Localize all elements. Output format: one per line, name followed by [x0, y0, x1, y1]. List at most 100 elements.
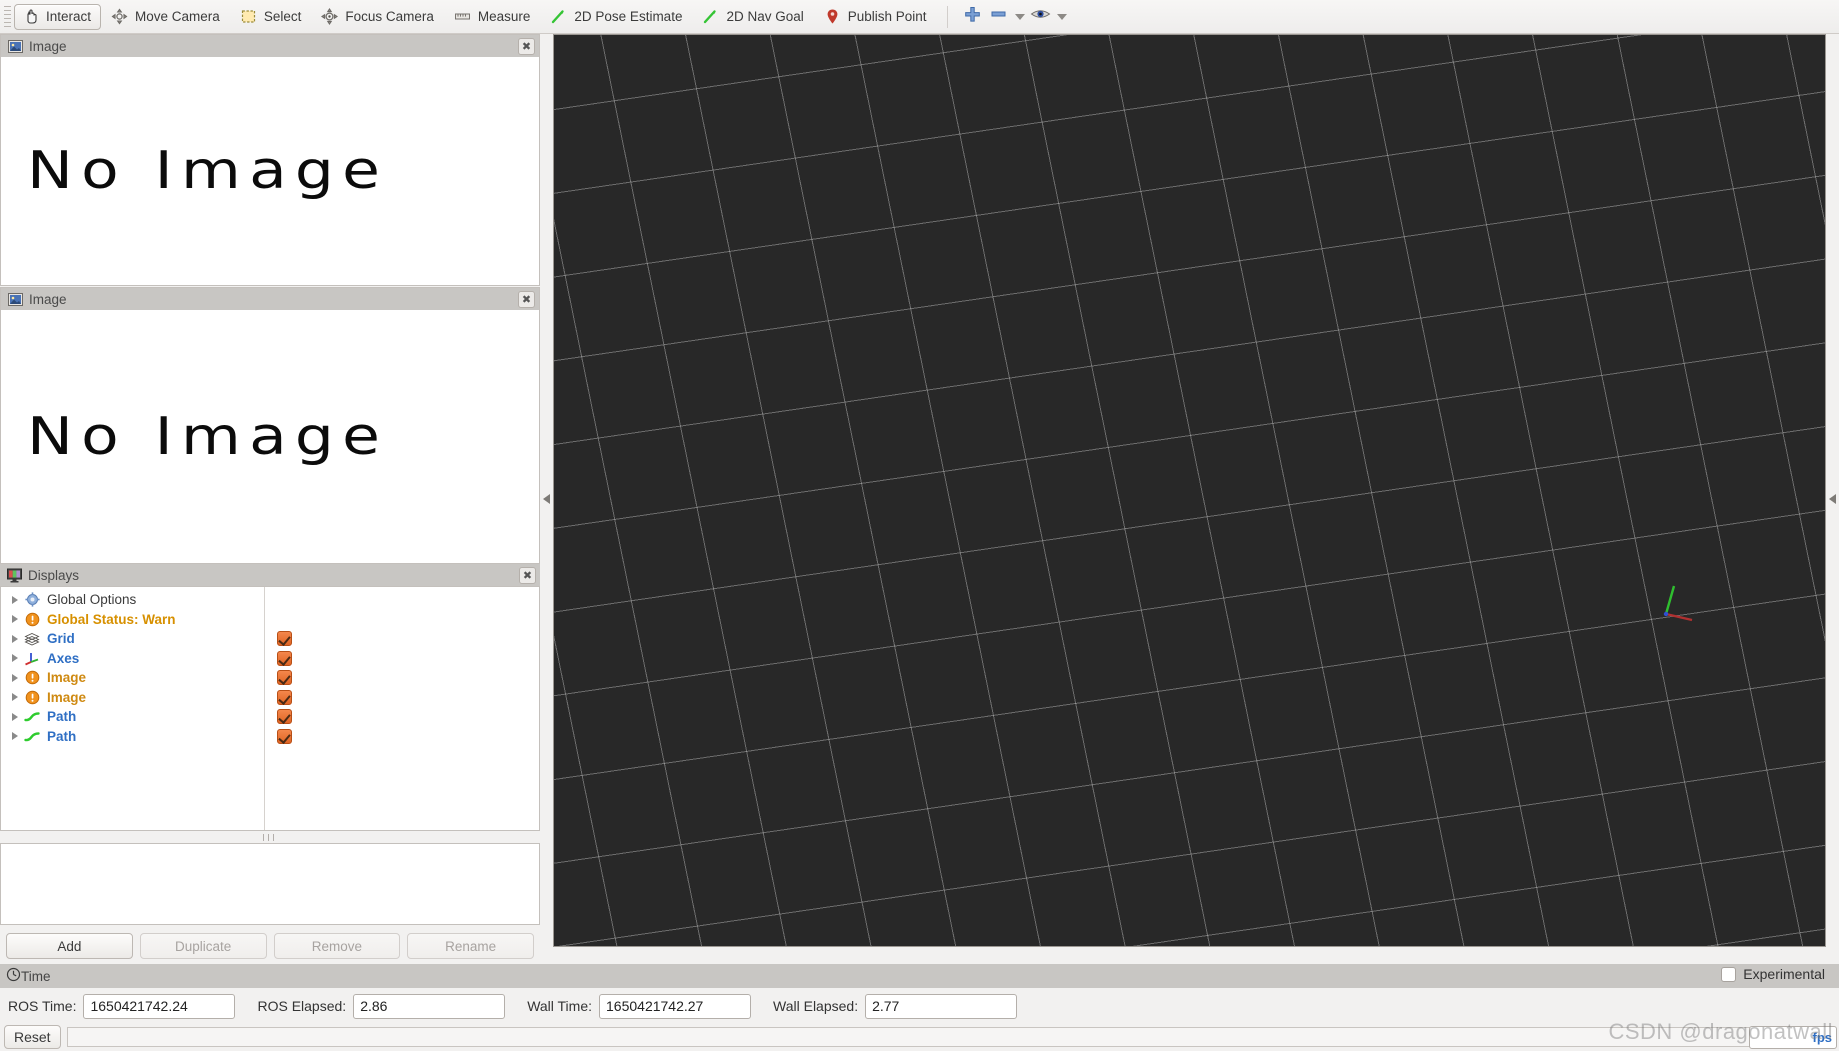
grid-display	[554, 35, 1825, 946]
nav-goal-arrow-icon	[701, 7, 720, 26]
enabled-checkbox-image-1[interactable]	[277, 670, 292, 686]
time-panel-titlebar: Time	[0, 964, 1839, 988]
tool-measure-label: Measure	[477, 9, 531, 24]
close-icon[interactable]: ✖	[518, 37, 535, 55]
image-icon	[7, 291, 23, 307]
main-toolbar: Interact Move Camera Select Focus Camera…	[0, 0, 1839, 34]
remove-button[interactable]: Remove	[273, 933, 401, 959]
displays-tree-value-column	[265, 587, 539, 830]
tree-item-global-status[interactable]: Global Status: Warn	[1, 610, 264, 630]
axes-icon	[23, 650, 41, 667]
tree-item-label: Axes	[47, 650, 80, 666]
right-dock-splitter[interactable]	[1826, 34, 1839, 964]
expand-arrow-icon[interactable]	[7, 615, 23, 624]
remove-display-button[interactable]	[986, 4, 1012, 30]
tool-interact[interactable]: Interact	[14, 3, 102, 30]
chevron-down-icon	[1014, 13, 1025, 20]
tool-select-label: Select	[263, 9, 302, 24]
axes-display	[1644, 580, 1704, 640]
time-panel-bottom-row: Reset	[0, 1024, 1839, 1050]
warning-icon	[23, 669, 41, 686]
tool-2d-pose-estimate-label: 2D Pose Estimate	[574, 9, 683, 24]
toolbar-drag-handle[interactable]	[4, 5, 11, 28]
experimental-checkbox[interactable]	[1721, 966, 1737, 982]
clock-icon	[6, 967, 21, 985]
rename-button[interactable]: Rename	[407, 933, 534, 959]
expand-arrow-icon[interactable]	[7, 634, 23, 643]
path-curve-icon	[23, 728, 41, 745]
image-panel-2-placeholder: No Image	[26, 406, 389, 467]
tool-2d-nav-goal[interactable]: 2D Nav Goal	[694, 4, 813, 30]
rviz-window: Interact Move Camera Select Focus Camera…	[0, 0, 1839, 1051]
tree-item-image-2[interactable]: Image	[1, 688, 264, 708]
reset-button[interactable]: Reset	[4, 1025, 61, 1049]
tool-move-camera[interactable]: Move Camera	[103, 4, 230, 30]
gear-icon	[23, 591, 41, 608]
enabled-checkbox-image-2[interactable]	[277, 689, 292, 705]
enabled-checkbox-grid[interactable]	[277, 631, 292, 647]
displays-titlebar: Displays ✖	[0, 564, 540, 586]
close-icon[interactable]: ✖	[518, 290, 535, 308]
ros-elapsed-input[interactable]: 2.86	[353, 993, 506, 1019]
tree-item-label: Global Options	[47, 592, 137, 607]
wall-elapsed-input[interactable]: 2.77	[865, 993, 1018, 1019]
wall-time-input[interactable]: 1650421742.27	[599, 993, 752, 1019]
image-panel-2-titlebar: Image ✖	[1, 288, 539, 310]
tool-focus-camera[interactable]: Focus Camera	[313, 4, 444, 30]
tree-value-row	[265, 629, 539, 649]
tree-value-row	[265, 590, 539, 610]
left-dock-splitter[interactable]	[540, 34, 553, 964]
3d-viewport[interactable]	[553, 34, 1826, 947]
tree-item-axes[interactable]: Axes	[1, 649, 264, 669]
tree-item-label: Global Status: Warn	[47, 611, 176, 627]
tree-item-global-options[interactable]: Global Options	[1, 590, 264, 610]
plus-icon	[963, 5, 982, 29]
displays-splitter-handle[interactable]	[0, 831, 540, 843]
tree-value-row	[265, 727, 539, 747]
displays-monitor-icon	[6, 567, 22, 583]
expand-arrow-icon[interactable]	[7, 654, 23, 663]
time-slider-track[interactable]	[66, 1027, 1833, 1047]
move-camera-icon	[110, 7, 129, 26]
enabled-checkbox-path-2[interactable]	[277, 728, 292, 744]
collapse-right-arrow-icon[interactable]	[1829, 494, 1836, 504]
close-icon[interactable]: ✖	[519, 566, 536, 584]
add-display-button[interactable]	[960, 4, 986, 30]
expand-arrow-icon[interactable]	[7, 712, 23, 721]
eye-icon	[1030, 7, 1051, 26]
collapse-left-arrow-icon[interactable]	[543, 494, 550, 504]
expand-arrow-icon[interactable]	[7, 595, 23, 604]
tool-measure[interactable]: Measure	[446, 4, 541, 30]
ros-time-input[interactable]: 1650421742.24	[83, 993, 236, 1019]
enabled-checkbox-path-1[interactable]	[277, 709, 292, 725]
visibility-dropdown-button[interactable]	[1054, 4, 1070, 30]
image-panel-1: Image ✖ No Image	[0, 34, 540, 286]
tool-select[interactable]: Select	[232, 4, 312, 30]
tree-value-row	[265, 707, 539, 727]
tree-value-row	[265, 649, 539, 669]
wall-elapsed-label: Wall Elapsed:	[773, 998, 859, 1014]
tree-item-path-2[interactable]: Path	[1, 727, 264, 747]
expand-arrow-icon[interactable]	[7, 732, 23, 741]
displays-button-row: Add Duplicate Remove Rename	[0, 925, 540, 959]
tool-2d-pose-estimate[interactable]: 2D Pose Estimate	[542, 4, 692, 30]
tree-item-path-1[interactable]: Path	[1, 707, 264, 727]
tree-item-grid[interactable]: Grid	[1, 629, 264, 649]
tree-item-image-1[interactable]: Image	[1, 668, 264, 688]
experimental-checkbox-row[interactable]: Experimental	[1721, 966, 1825, 982]
remove-dropdown-button[interactable]	[1012, 4, 1028, 30]
expand-arrow-icon[interactable]	[7, 693, 23, 702]
left-dock: Image ✖ No Image Image ✖ No Image Displa…	[0, 34, 540, 964]
duplicate-button[interactable]: Duplicate	[139, 933, 267, 959]
hand-cursor-icon	[21, 7, 40, 26]
displays-tree: Global Options Global Status: Warn Grid …	[0, 586, 540, 831]
map-pin-icon	[823, 7, 842, 26]
tool-interact-label: Interact	[46, 9, 92, 24]
tool-publish-point[interactable]: Publish Point	[816, 4, 937, 30]
warning-icon	[23, 689, 41, 706]
grid-icon	[23, 630, 41, 647]
add-button[interactable]: Add	[6, 933, 133, 959]
expand-arrow-icon[interactable]	[7, 673, 23, 682]
visibility-button[interactable]	[1028, 4, 1054, 30]
enabled-checkbox-axes[interactable]	[277, 650, 292, 666]
